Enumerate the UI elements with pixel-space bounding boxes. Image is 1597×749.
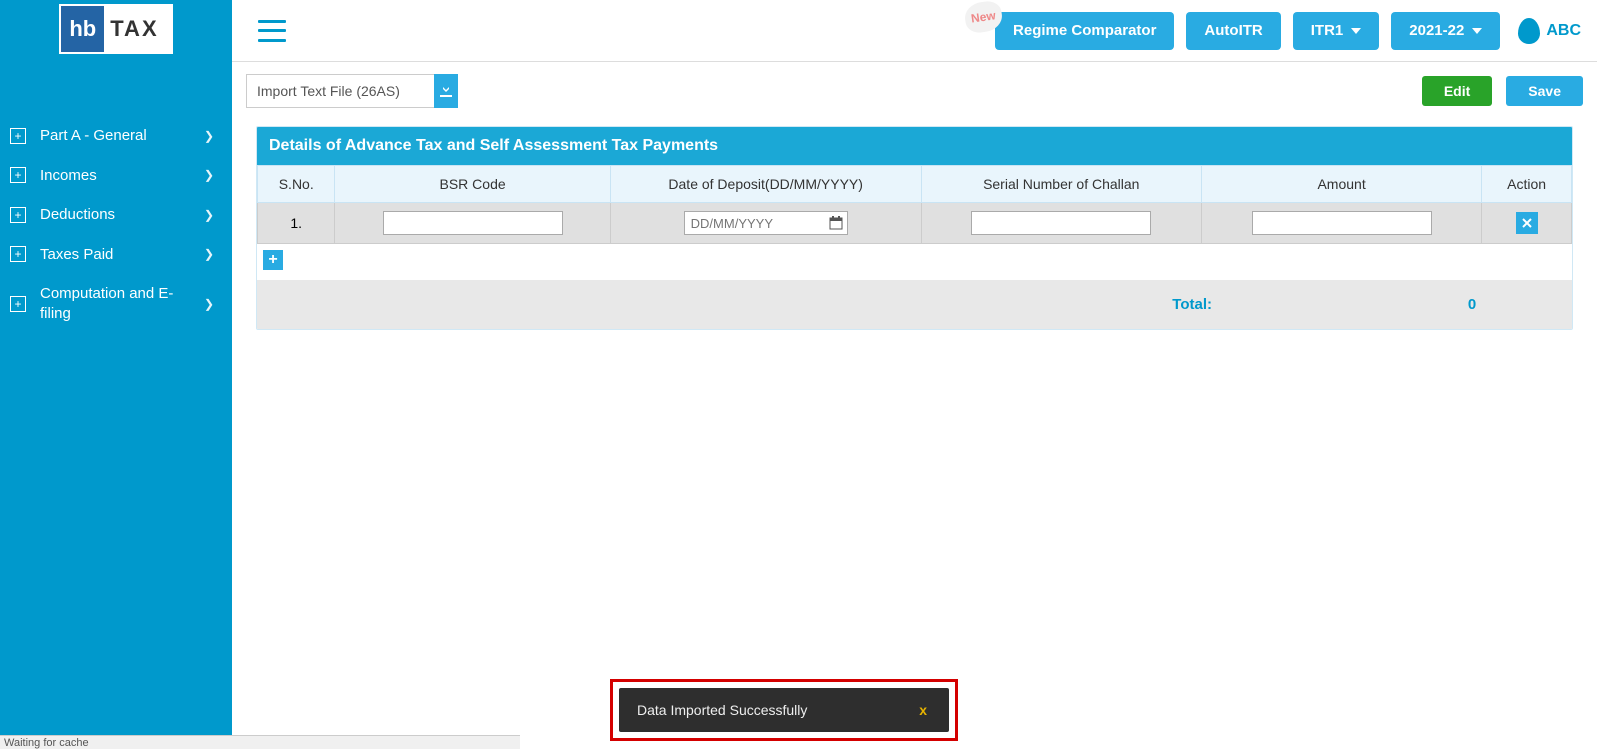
itr-dropdown[interactable]: ITR1	[1293, 12, 1380, 50]
import-button[interactable]	[434, 74, 458, 108]
serial-input[interactable]	[971, 211, 1151, 235]
sidebar-item-label: Computation and E-filing	[40, 284, 198, 323]
cell-action	[1482, 203, 1572, 244]
sidebar-item-part-a[interactable]: + Part A - General ❯	[0, 116, 232, 156]
toast-highlight: Data Imported Successfully x	[610, 679, 958, 741]
plus-icon: +	[10, 167, 26, 183]
col-amount: Amount	[1201, 166, 1481, 203]
avatar-icon[interactable]	[1518, 18, 1540, 44]
payments-table: S.No. BSR Code Date of Deposit(DD/MM/YYY…	[257, 165, 1572, 244]
cell-bsr	[335, 203, 610, 244]
sidebar-item-taxes-paid[interactable]: + Taxes Paid ❯	[0, 235, 232, 275]
total-label: Total:	[267, 296, 1382, 313]
cell-amount	[1201, 203, 1481, 244]
logo-hb: hb	[61, 6, 104, 52]
plus-icon: +	[10, 128, 26, 144]
topbar: New Regime Comparator AutoITR ITR1 2021-…	[232, 0, 1597, 62]
sidebar-item-incomes[interactable]: + Incomes ❯	[0, 156, 232, 196]
toast: Data Imported Successfully x	[619, 688, 949, 732]
chevron-down-icon	[1351, 28, 1361, 34]
main: Import Text File (26AS) Edit Save Detail…	[232, 62, 1597, 749]
button-label: 2021-22	[1409, 22, 1464, 39]
button-label: AutoITR	[1204, 22, 1262, 39]
chevron-right-icon: ❯	[204, 129, 214, 143]
sidebar-item-computation[interactable]: + Computation and E-filing ❯	[0, 274, 232, 333]
total-value: 0	[1382, 296, 1562, 313]
plus-icon: +	[10, 207, 26, 223]
edit-button[interactable]: Edit	[1422, 76, 1492, 106]
sidebar-item-label: Incomes	[40, 166, 198, 186]
sidebar-item-label: Deductions	[40, 205, 198, 225]
year-dropdown[interactable]: 2021-22	[1391, 12, 1500, 50]
calendar-icon[interactable]	[825, 212, 847, 234]
sidebar-item-deductions[interactable]: + Deductions ❯	[0, 195, 232, 235]
col-action: Action	[1482, 166, 1572, 203]
user-label[interactable]: ABC	[1546, 22, 1581, 40]
plus-icon: +	[10, 296, 26, 312]
table-row: 1.	[258, 203, 1572, 244]
chevron-right-icon: ❯	[204, 297, 214, 311]
logo-tax: TAX	[104, 16, 170, 42]
import-label: Import Text File (26AS)	[247, 83, 434, 99]
add-row-button[interactable]: +	[263, 250, 283, 270]
cell-date	[610, 203, 921, 244]
hamburger-icon[interactable]	[258, 20, 286, 42]
download-icon	[439, 83, 453, 100]
tax-payments-panel: Details of Advance Tax and Self Assessme…	[256, 126, 1573, 330]
autoitr-button[interactable]: AutoITR	[1186, 12, 1280, 50]
bsr-input[interactable]	[383, 211, 563, 235]
delete-row-button[interactable]	[1516, 212, 1538, 234]
toast-message: Data Imported Successfully	[637, 702, 915, 718]
sidebar: hb TAX + Part A - General ❯ + Incomes ❯ …	[0, 0, 232, 749]
chevron-right-icon: ❯	[204, 208, 214, 222]
chevron-right-icon: ❯	[204, 168, 214, 182]
button-label: ITR1	[1311, 22, 1344, 39]
col-serial: Serial Number of Challan	[921, 166, 1201, 203]
sidebar-item-label: Part A - General	[40, 126, 198, 146]
col-bsr: BSR Code	[335, 166, 610, 203]
toolbar: Import Text File (26AS) Edit Save	[246, 74, 1583, 108]
total-row: Total: 0	[257, 280, 1572, 329]
toast-close-button[interactable]: x	[915, 702, 931, 718]
nav: + Part A - General ❯ + Incomes ❯ + Deduc…	[0, 62, 232, 333]
date-input[interactable]	[685, 212, 825, 234]
amount-input[interactable]	[1252, 211, 1432, 235]
regime-comparator-button[interactable]: Regime Comparator	[995, 12, 1174, 50]
col-date: Date of Deposit(DD/MM/YYYY)	[610, 166, 921, 203]
logo: hb TAX	[0, 0, 232, 62]
status-bar: Waiting for cache	[0, 735, 520, 749]
plus-icon: +	[10, 246, 26, 262]
chevron-down-icon	[1472, 28, 1482, 34]
col-sno: S.No.	[258, 166, 335, 203]
chevron-right-icon: ❯	[204, 247, 214, 261]
new-badge-wrap: New Regime Comparator	[995, 12, 1174, 50]
import-group: Import Text File (26AS)	[246, 74, 435, 108]
button-label: Regime Comparator	[1013, 22, 1156, 39]
cell-serial	[921, 203, 1201, 244]
sidebar-item-label: Taxes Paid	[40, 245, 198, 265]
save-button[interactable]: Save	[1506, 76, 1583, 106]
cell-sno: 1.	[258, 203, 335, 244]
panel-title: Details of Advance Tax and Self Assessme…	[257, 127, 1572, 165]
